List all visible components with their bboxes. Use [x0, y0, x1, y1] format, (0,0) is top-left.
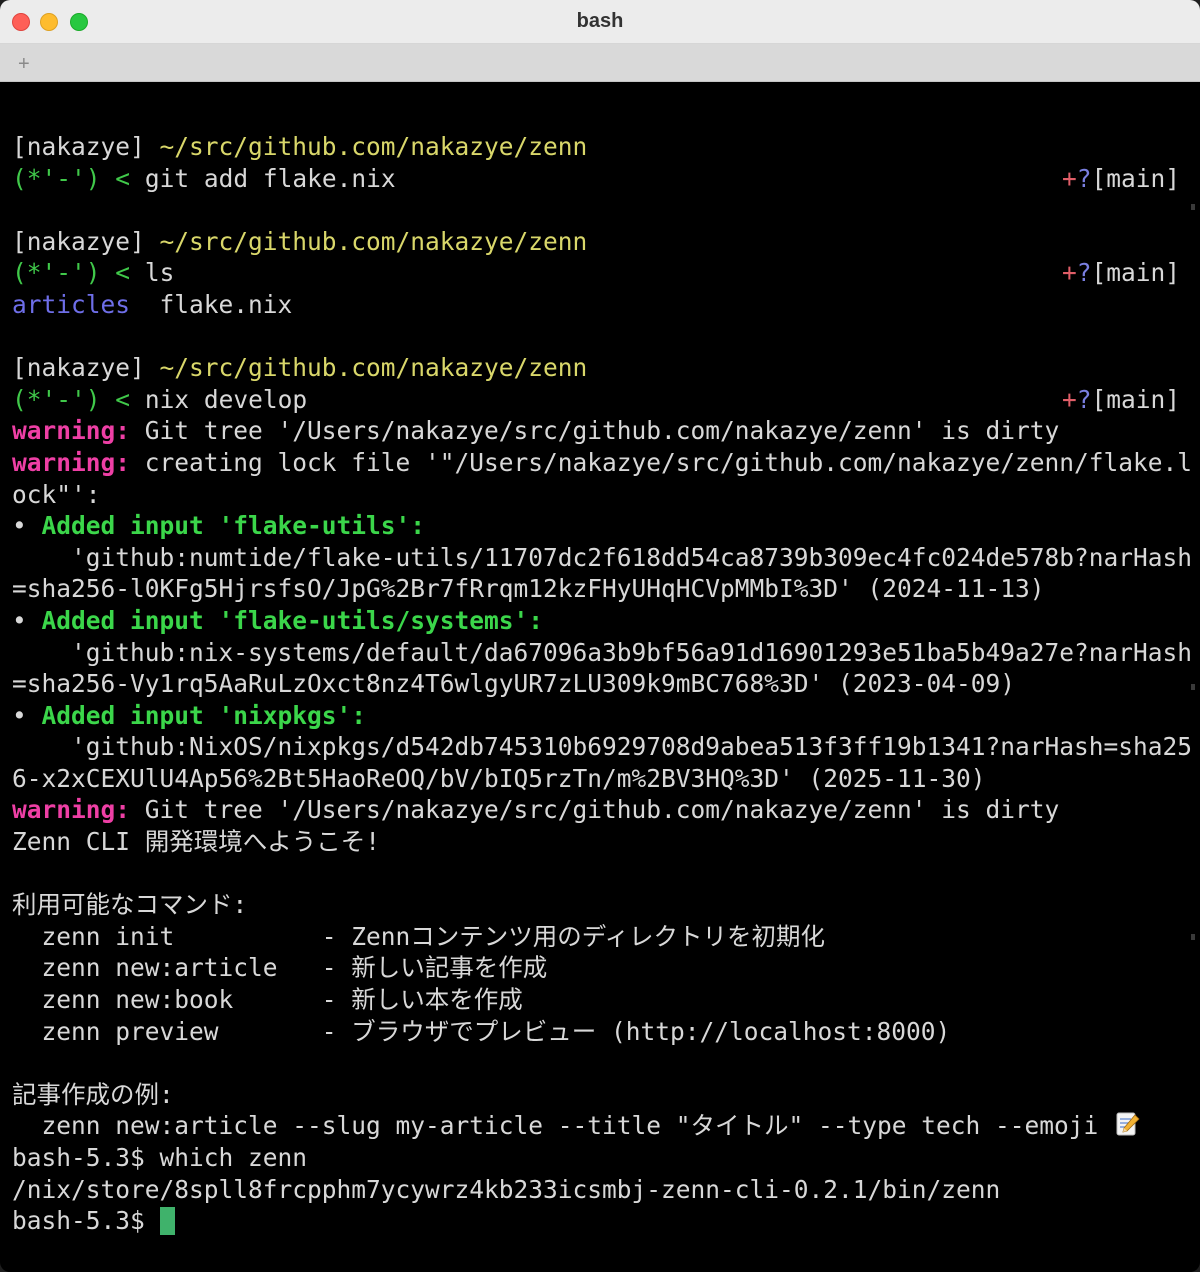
- memo-emoji-icon: [1116, 1112, 1140, 1136]
- prompt-user: [nakazye]: [12, 226, 145, 256]
- new-tab-button[interactable]: +: [18, 54, 30, 74]
- git-plus: +: [1061, 163, 1077, 193]
- window-title: bash: [576, 10, 624, 32]
- warning-line: warning: creating lock file '"/Users/nak…: [12, 447, 1192, 479]
- added-input-detail: 'github:nix-systems/default/da67096a3b9b…: [12, 637, 1193, 667]
- which-result: /nix/store/8spll8frcpphm7ycywrz4kb233ics…: [12, 1174, 1001, 1204]
- bash-command-line: bash-5.3$ which zenn: [12, 1142, 1188, 1174]
- command-line: (*'-') < ls +?[main]: [12, 257, 1188, 289]
- prompt-line: [nakazye] ~/src/github.com/nakazye/zenn: [12, 352, 1188, 384]
- ls-output: articles flake.nix: [12, 289, 1188, 321]
- git-status: +?[main]: [1062, 257, 1180, 289]
- example-header: 記事作成の例:: [12, 1079, 174, 1109]
- title-bar: bash: [0, 0, 1200, 44]
- command-help-row: zenn preview - ブラウザでプレビュー (http://localh…: [12, 1016, 951, 1046]
- commands-header: 利用可能なコマンド:: [12, 890, 248, 920]
- warning-text: Git tree '/Users/nakazye/src/github.com/…: [144, 416, 1060, 446]
- ls-dir: articles: [12, 289, 131, 319]
- prompt-line: [nakazye] ~/src/github.com/nakazye/zenn: [12, 226, 1188, 258]
- added-input-label: Added input 'flake-utils/systems':: [41, 605, 544, 635]
- prompt-path: ~/src/github.com/nakazye/zenn: [159, 132, 588, 161]
- command-line: (*'-') < nix develop +?[main]: [12, 384, 1188, 416]
- command-help-row: zenn init - Zennコンテンツ用のディレクトリを初期化: [12, 921, 826, 951]
- warning-text: Git tree '/Users/nakazye/src/github.com/…: [144, 795, 1060, 825]
- git-plus: +: [1061, 384, 1077, 414]
- prompt-user: [nakazye]: [12, 353, 145, 383]
- bash-command-line[interactable]: bash-5.3$: [12, 1205, 1188, 1237]
- text-cursor: [159, 1207, 175, 1236]
- welcome-line: Zenn CLI 開発環境へようこそ!: [12, 827, 381, 857]
- git-untracked: ?: [1076, 258, 1092, 288]
- command-line: (*'-') < git add flake.nix +?[main]: [12, 163, 1188, 195]
- prompt-face: (*'-'): [12, 163, 101, 193]
- prompt-arrow: <: [115, 163, 131, 193]
- added-input-label: Added input 'flake-utils':: [41, 511, 426, 541]
- command-text: nix develop: [144, 384, 308, 414]
- warning-label: warning:: [12, 447, 131, 477]
- git-untracked: ?: [1076, 163, 1092, 193]
- git-branch: [main]: [1091, 163, 1180, 193]
- git-branch: [main]: [1091, 258, 1180, 288]
- added-input-detail: =sha256-Vy1rq5AaRuLzOxct8nz4T6wlgyUR7zLU…: [12, 669, 1016, 699]
- added-input-line: • Added input 'flake-utils/systems':: [12, 605, 1188, 637]
- prompt-user: [nakazye]: [12, 132, 145, 161]
- warning-label: warning:: [12, 795, 131, 825]
- prompt-face: (*'-'): [12, 258, 101, 288]
- terminal-window: bash + [nakazye] ~/src/github.com/nakazy…: [0, 0, 1200, 1272]
- prompt-line: [nakazye] ~/src/github.com/nakazye/zenn: [12, 131, 1188, 163]
- git-branch: [main]: [1091, 384, 1180, 414]
- git-status: +?[main]: [1062, 384, 1180, 416]
- example-command: zenn new:article --slug my-article --tit…: [12, 1111, 1114, 1141]
- tab-bar: +: [0, 44, 1200, 82]
- added-input-detail: =sha256-l0KFg5HjrsfsO/JpG%2Br7fRrqm12kzF…: [12, 574, 1045, 604]
- prompt-arrow: <: [115, 384, 131, 414]
- added-input-label: Added input 'nixpkgs':: [41, 700, 367, 730]
- bash-prompt: bash-5.3$: [12, 1206, 160, 1236]
- prompt-arrow: <: [115, 258, 131, 288]
- added-input-detail: 'github:numtide/flake-utils/11707dc2f618…: [12, 542, 1193, 572]
- command-help-row: zenn new:book - 新しい本を作成: [12, 985, 523, 1015]
- example-line: zenn new:article --slug my-article --tit…: [12, 1110, 1188, 1142]
- ls-file: flake.nix: [159, 289, 293, 319]
- bullet: •: [12, 700, 27, 730]
- prompt-face: (*'-'): [12, 384, 101, 414]
- git-untracked: ?: [1076, 384, 1092, 414]
- terminal-output[interactable]: [nakazye] ~/src/github.com/nakazye/zenn …: [12, 131, 1193, 1237]
- bash-prompt: bash-5.3$: [12, 1143, 160, 1172]
- command-help-row: zenn new:article - 新しい記事を作成: [12, 953, 548, 983]
- command-text: which zenn: [159, 1143, 308, 1172]
- command-text: git add flake.nix: [144, 163, 396, 193]
- git-status: +?[main]: [1062, 163, 1180, 195]
- warning-line: warning: Git tree '/Users/nakazye/src/gi…: [12, 794, 1188, 826]
- git-plus: +: [1061, 258, 1077, 288]
- command-text: ls: [144, 258, 175, 288]
- bullet: •: [12, 605, 27, 635]
- prompt-path: ~/src/github.com/nakazye/zenn: [159, 226, 588, 256]
- added-input-detail: 6-x2xCEXUlU4Ap56%2Bt5HaoReOQ/bV/bIQ5rzTn…: [12, 763, 986, 793]
- warning-line: warning: Git tree '/Users/nakazye/src/gi…: [12, 415, 1188, 447]
- added-input-detail: 'github:NixOS/nixpkgs/d542db745310b69297…: [12, 732, 1193, 762]
- warning-label: warning:: [12, 416, 131, 446]
- added-input-line: • Added input 'nixpkgs':: [12, 700, 1188, 732]
- bullet: •: [12, 511, 27, 541]
- prompt-path: ~/src/github.com/nakazye/zenn: [159, 353, 588, 383]
- warning-text: creating lock file '"/Users/nakazye/src/…: [144, 447, 1193, 477]
- added-input-line: • Added input 'flake-utils':: [12, 510, 1188, 542]
- scrollbar-track[interactable]: [1190, 84, 1198, 1262]
- warning-line-continued: ock"':: [12, 479, 101, 509]
